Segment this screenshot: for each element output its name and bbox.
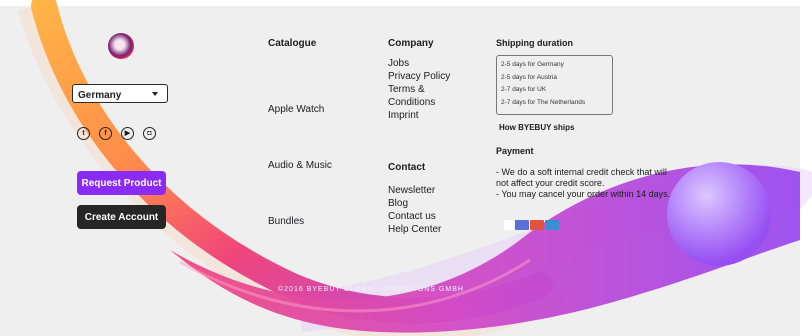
company-link-imprint[interactable]: Imprint [388,110,419,122]
company-link-conditions[interactable]: Conditions [388,97,435,109]
copyright-text: ©2016 BYEBUY GLOBAL OPERATIONS GMBH [278,286,464,293]
shipping-option: 2-7 days for UK [501,86,547,93]
shipping-option: 2-5 days for Austria [501,73,557,81]
contact-heading: Contact [388,162,426,173]
twitter-icon[interactable]: t [77,127,90,140]
contact-link-help-center[interactable]: Help Center [388,224,441,236]
byebuy-logo-icon[interactable] [108,33,134,59]
shipping-option: 2-5 days for Germany [501,61,564,68]
social-links: t f ▶ ◘ [77,127,156,140]
company-link-privacy[interactable]: Privacy Policy [388,71,450,83]
shipping-option: 2-7 days for The Netherlands [501,98,586,106]
card-icon [530,220,544,230]
how-byebuy-ships-link[interactable]: How BYEBUY ships [499,123,574,132]
decorative-sphere [667,162,771,266]
youtube-icon[interactable]: ▶ [121,127,134,140]
card-icon [515,220,529,230]
contact-link-contact-us[interactable]: Contact us [388,211,436,223]
payment-heading: Payment [496,146,534,156]
card-icon [504,220,514,230]
catalogue-link-audio-music[interactable]: Audio & Music [268,160,332,172]
facebook-icon[interactable]: f [99,127,112,140]
shipping-heading: Shipping duration [496,38,573,48]
contact-link-newsletter[interactable]: Newsletter [388,185,435,197]
catalogue-link-bundles[interactable]: Bundles [268,216,304,228]
catalogue-link-apple-watch[interactable]: Apple Watch [268,104,324,116]
chevron-down-icon [152,92,158,96]
footer-page: Germany t f ▶ ◘ Request Product Create A… [0,0,812,336]
shipping-duration-list: 2-5 days for Germany 2-5 days for Austri… [496,55,613,115]
payment-info: - We do a soft internal credit check tha… [496,167,672,200]
company-link-jobs[interactable]: Jobs [388,58,409,70]
catalogue-heading: Catalogue [268,38,317,49]
payment-methods [504,220,559,230]
instagram-icon[interactable]: ◘ [143,127,156,140]
country-select[interactable]: Germany [72,84,168,103]
request-product-button[interactable]: Request Product [77,171,166,195]
contact-link-blog[interactable]: Blog [388,198,408,210]
payment-line: - We do a soft internal credit check tha… [496,167,667,188]
card-icon [545,220,559,230]
company-heading: Company [388,38,434,49]
country-select-value: Germany [78,90,122,101]
payment-line: - You may cancel your order within 14 da… [496,189,671,199]
company-link-terms[interactable]: Terms & [388,84,425,96]
create-account-button[interactable]: Create Account [77,205,166,229]
